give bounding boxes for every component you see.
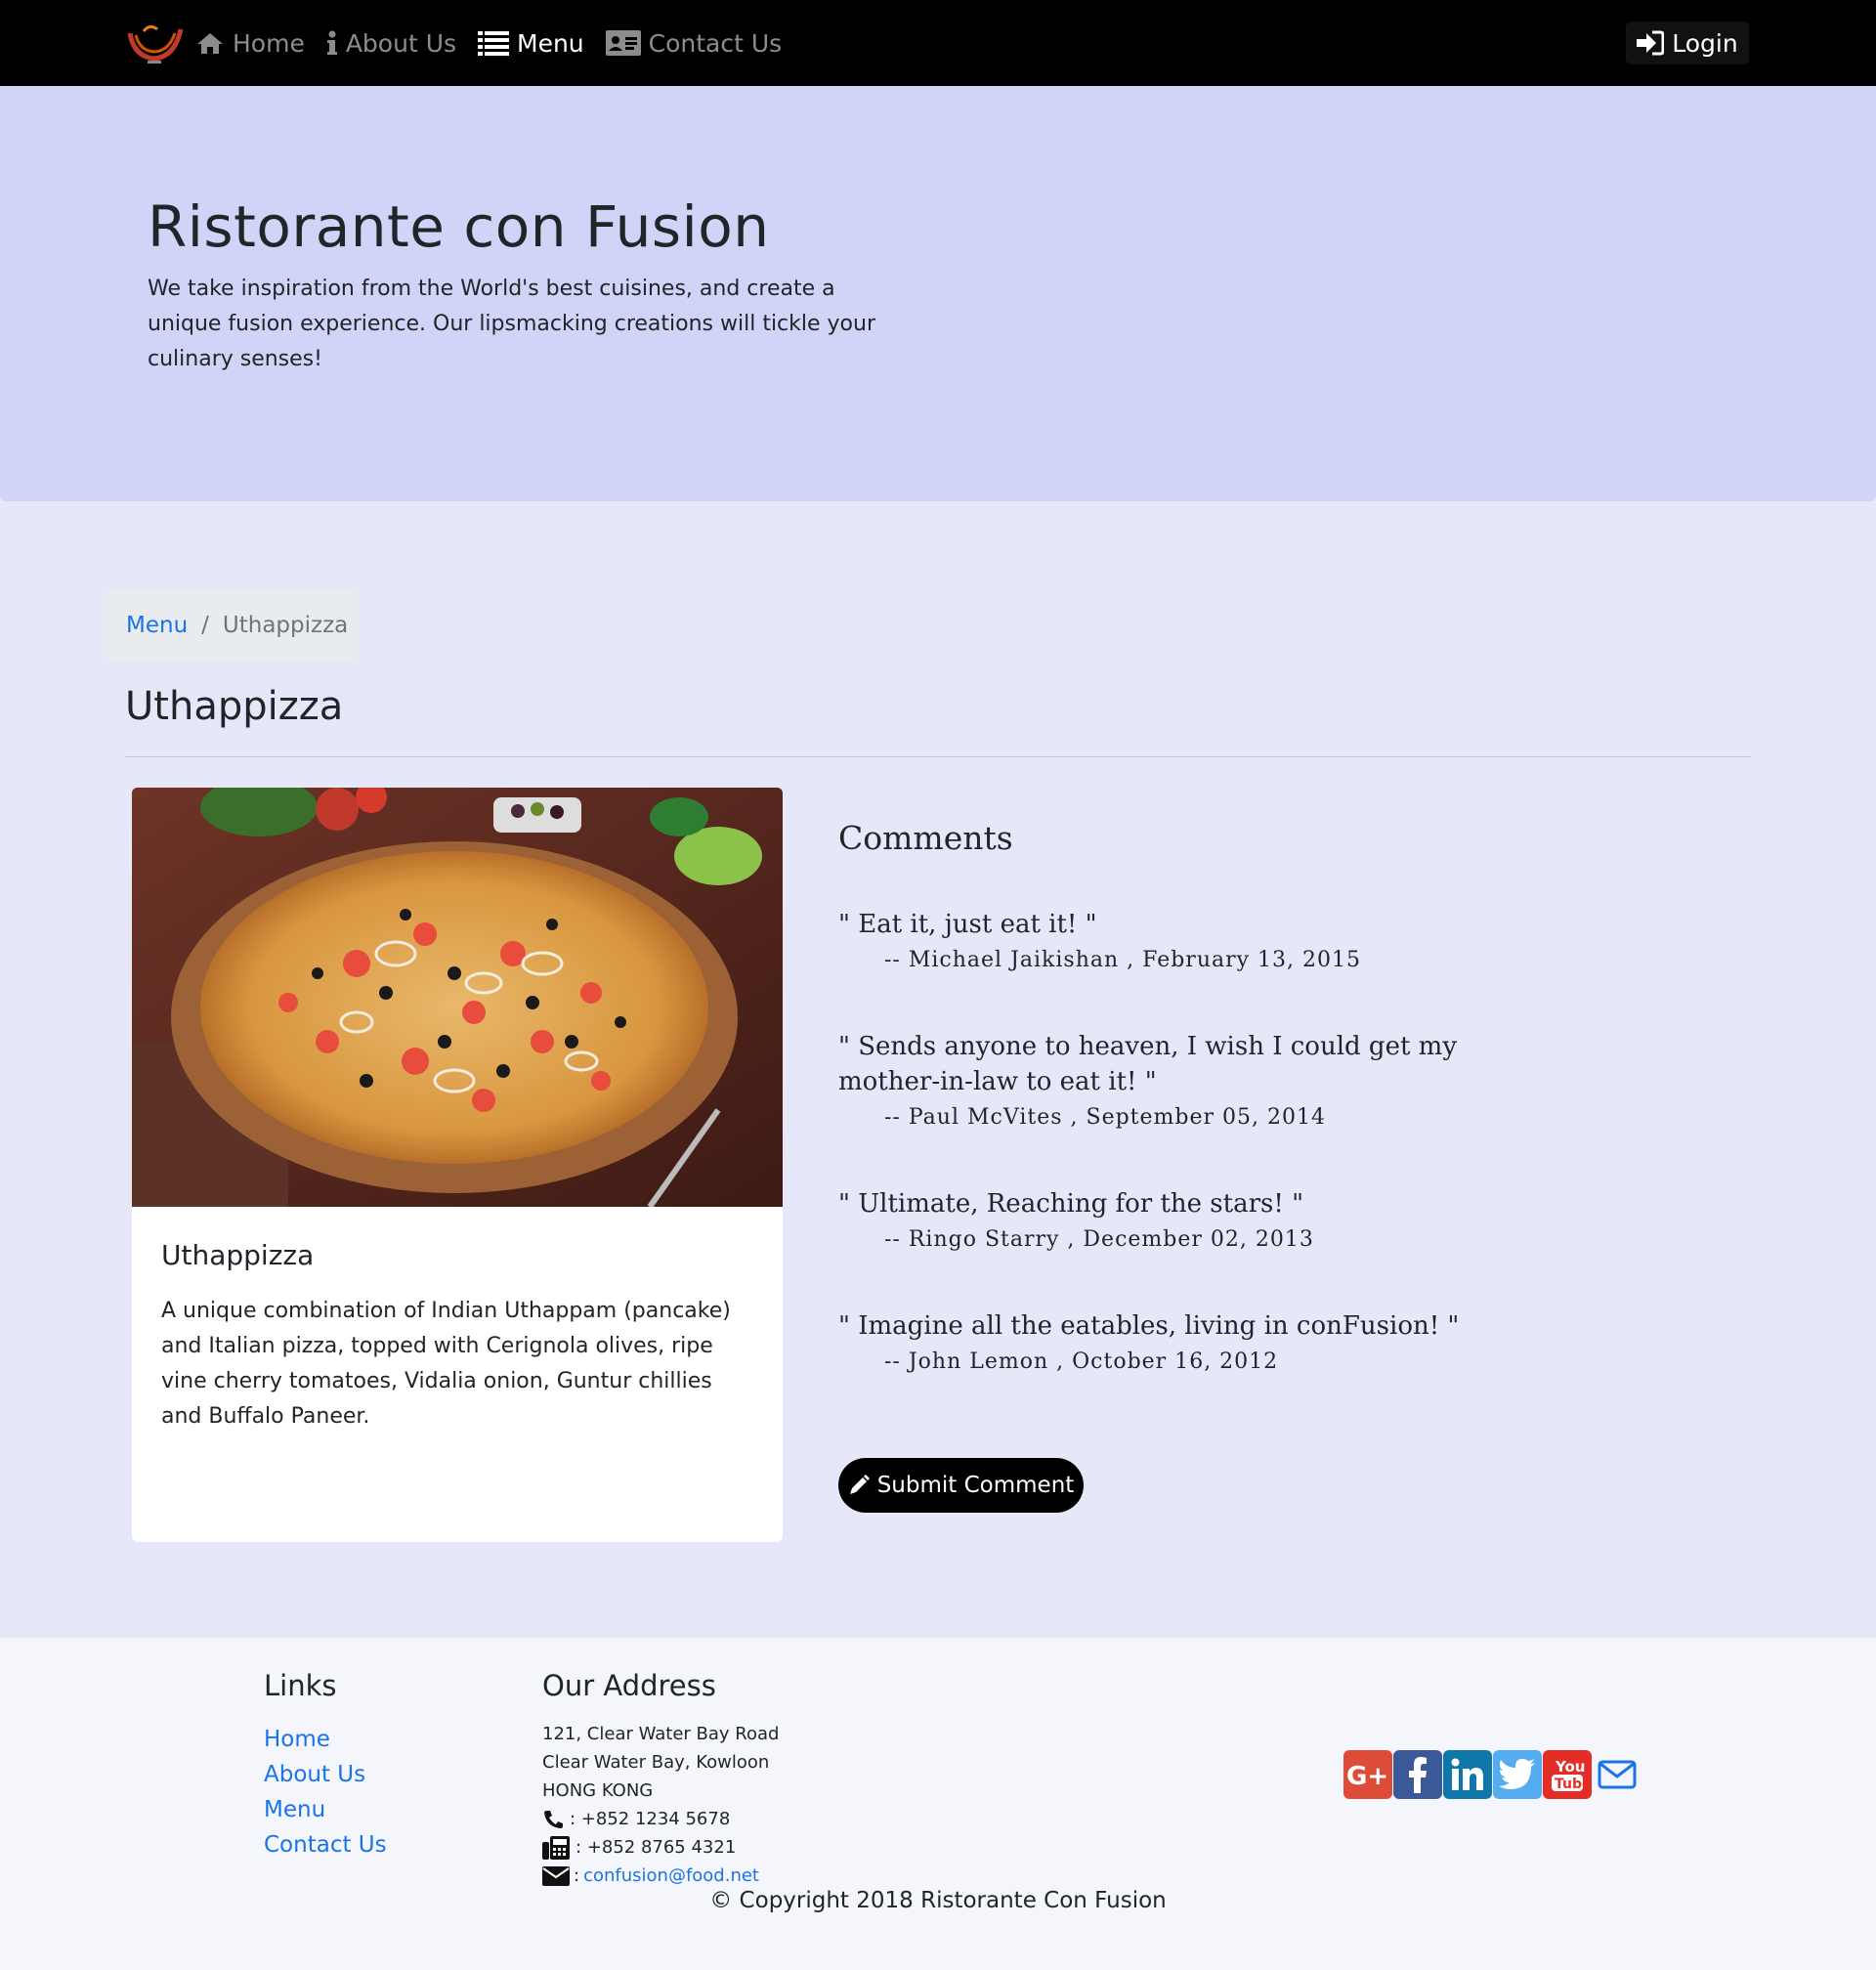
phone-icon [542, 1810, 566, 1829]
jumbotron: Ristorante con Fusion We take inspiratio… [0, 86, 1876, 501]
svg-text:You: You [1555, 1758, 1585, 1776]
email-link[interactable]: confusion@food.net [583, 1862, 759, 1890]
svg-text:Tube: Tube [1555, 1777, 1587, 1792]
address-line: HONG KONG [542, 1780, 654, 1801]
google-plus-icon[interactable]: G+ [1343, 1750, 1392, 1799]
nav-home[interactable]: Home [195, 0, 305, 86]
fax-row: : +852 8765 4321 [542, 1833, 779, 1862]
nav-menu[interactable]: Menu [478, 0, 584, 86]
comment-meta: -- Paul McVites , September 05, 2014 [884, 1105, 1326, 1130]
divider [125, 756, 1752, 757]
copyright: © Copyright 2018 Ristorante Con Fusion [709, 1888, 1167, 1913]
info-icon [326, 30, 338, 56]
footer-address-heading: Our Address [542, 1669, 716, 1702]
dish-image [132, 788, 783, 1209]
footer-link-about[interactable]: About Us [264, 1762, 365, 1787]
comment-meta: -- John Lemon , October 16, 2012 [884, 1349, 1279, 1374]
email-row: : confusion@food.net [542, 1862, 779, 1890]
login-button[interactable]: Login [1626, 21, 1749, 64]
phone-row: : +852 1234 5678 [542, 1805, 779, 1833]
envelope-icon [542, 1865, 570, 1886]
home-icon [195, 31, 225, 55]
footer-links-heading: Links [264, 1669, 337, 1702]
breadcrumb-menu-link[interactable]: Menu [126, 613, 188, 638]
nav-menu-label: Menu [517, 28, 584, 58]
twitter-icon[interactable] [1493, 1750, 1542, 1799]
comment-meta: -- Ringo Starry , December 02, 2013 [884, 1227, 1314, 1252]
card-description: A unique combination of Indian Uthappam … [161, 1299, 731, 1429]
footer-link-home[interactable]: Home [264, 1727, 330, 1752]
nav-contact[interactable]: Contact Us [605, 0, 783, 86]
login-label: Login [1672, 28, 1738, 58]
submit-comment-label: Submit Comment [876, 1473, 1075, 1498]
comment-item: " Imagine all the eatables, living in co… [838, 1308, 1464, 1374]
fax-icon [542, 1835, 572, 1860]
sign-in-icon [1637, 30, 1665, 56]
comment-item: " Ultimate, Reaching for the stars! " --… [838, 1186, 1464, 1252]
restaurant-title: Ristorante con Fusion [148, 193, 770, 260]
page-title: Uthappizza [125, 684, 344, 729]
comments-heading: Comments [838, 819, 1013, 857]
navbar: Home About Us Menu Contact Us Login [0, 0, 1876, 86]
restaurant-tagline: We take inspiration from the World's bes… [148, 277, 876, 371]
dish-card: Uthappizza A unique combination of India… [132, 788, 783, 1542]
footer: Links Home About Us Menu Contact Us Our … [0, 1638, 1876, 1970]
breadcrumb: Menu / Uthappizza [103, 590, 359, 661]
svg-text:G+: G+ [1346, 1762, 1388, 1789]
pencil-icon [848, 1475, 870, 1496]
fax-number: : +852 8765 4321 [576, 1837, 737, 1858]
footer-links: Home About Us Menu Contact Us [264, 1722, 387, 1863]
breadcrumb-separator: / [201, 613, 209, 638]
comment-text: " Eat it, just eat it! " [838, 910, 1097, 939]
comment-text: " Imagine all the eatables, living in co… [838, 1311, 1460, 1341]
address-block: 121, Clear Water Bay Road Clear Water Ba… [542, 1720, 779, 1890]
comment-item: " Sends anyone to heaven, I wish I could… [838, 1029, 1464, 1130]
email-prefix: : [574, 1865, 580, 1886]
logo[interactable] [124, 20, 185, 68]
mail-icon[interactable] [1593, 1750, 1642, 1799]
footer-link-contact[interactable]: Contact Us [264, 1832, 387, 1858]
social-links: G+ You Tube [1343, 1750, 1642, 1799]
address-card-icon [605, 30, 641, 56]
phone-number: : +852 1234 5678 [570, 1809, 731, 1829]
nav-about[interactable]: About Us [326, 0, 456, 86]
comment-meta: -- Michael Jaikishan , February 13, 2015 [884, 948, 1362, 972]
comment-text: " Ultimate, Reaching for the stars! " [838, 1189, 1304, 1219]
address-line: 121, Clear Water Bay Road [542, 1724, 780, 1744]
list-icon [478, 30, 510, 56]
footer-link-menu[interactable]: Menu [264, 1797, 325, 1822]
facebook-icon[interactable] [1393, 1750, 1442, 1799]
submit-comment-button[interactable]: Submit Comment [838, 1458, 1084, 1513]
comment-item: " Eat it, just eat it! " -- Michael Jaik… [838, 907, 1464, 972]
youtube-icon[interactable]: You Tube [1543, 1750, 1592, 1799]
card-title: Uthappizza [161, 1239, 315, 1271]
nav-contact-label: Contact Us [648, 28, 783, 58]
nav-home-label: Home [233, 28, 305, 58]
address-line: Clear Water Bay, Kowloon [542, 1752, 770, 1773]
nav-about-label: About Us [345, 28, 457, 58]
breadcrumb-current: Uthappizza [222, 613, 349, 638]
linkedin-icon[interactable] [1443, 1750, 1492, 1799]
comment-text: " Sends anyone to heaven, I wish I could… [838, 1032, 1458, 1096]
